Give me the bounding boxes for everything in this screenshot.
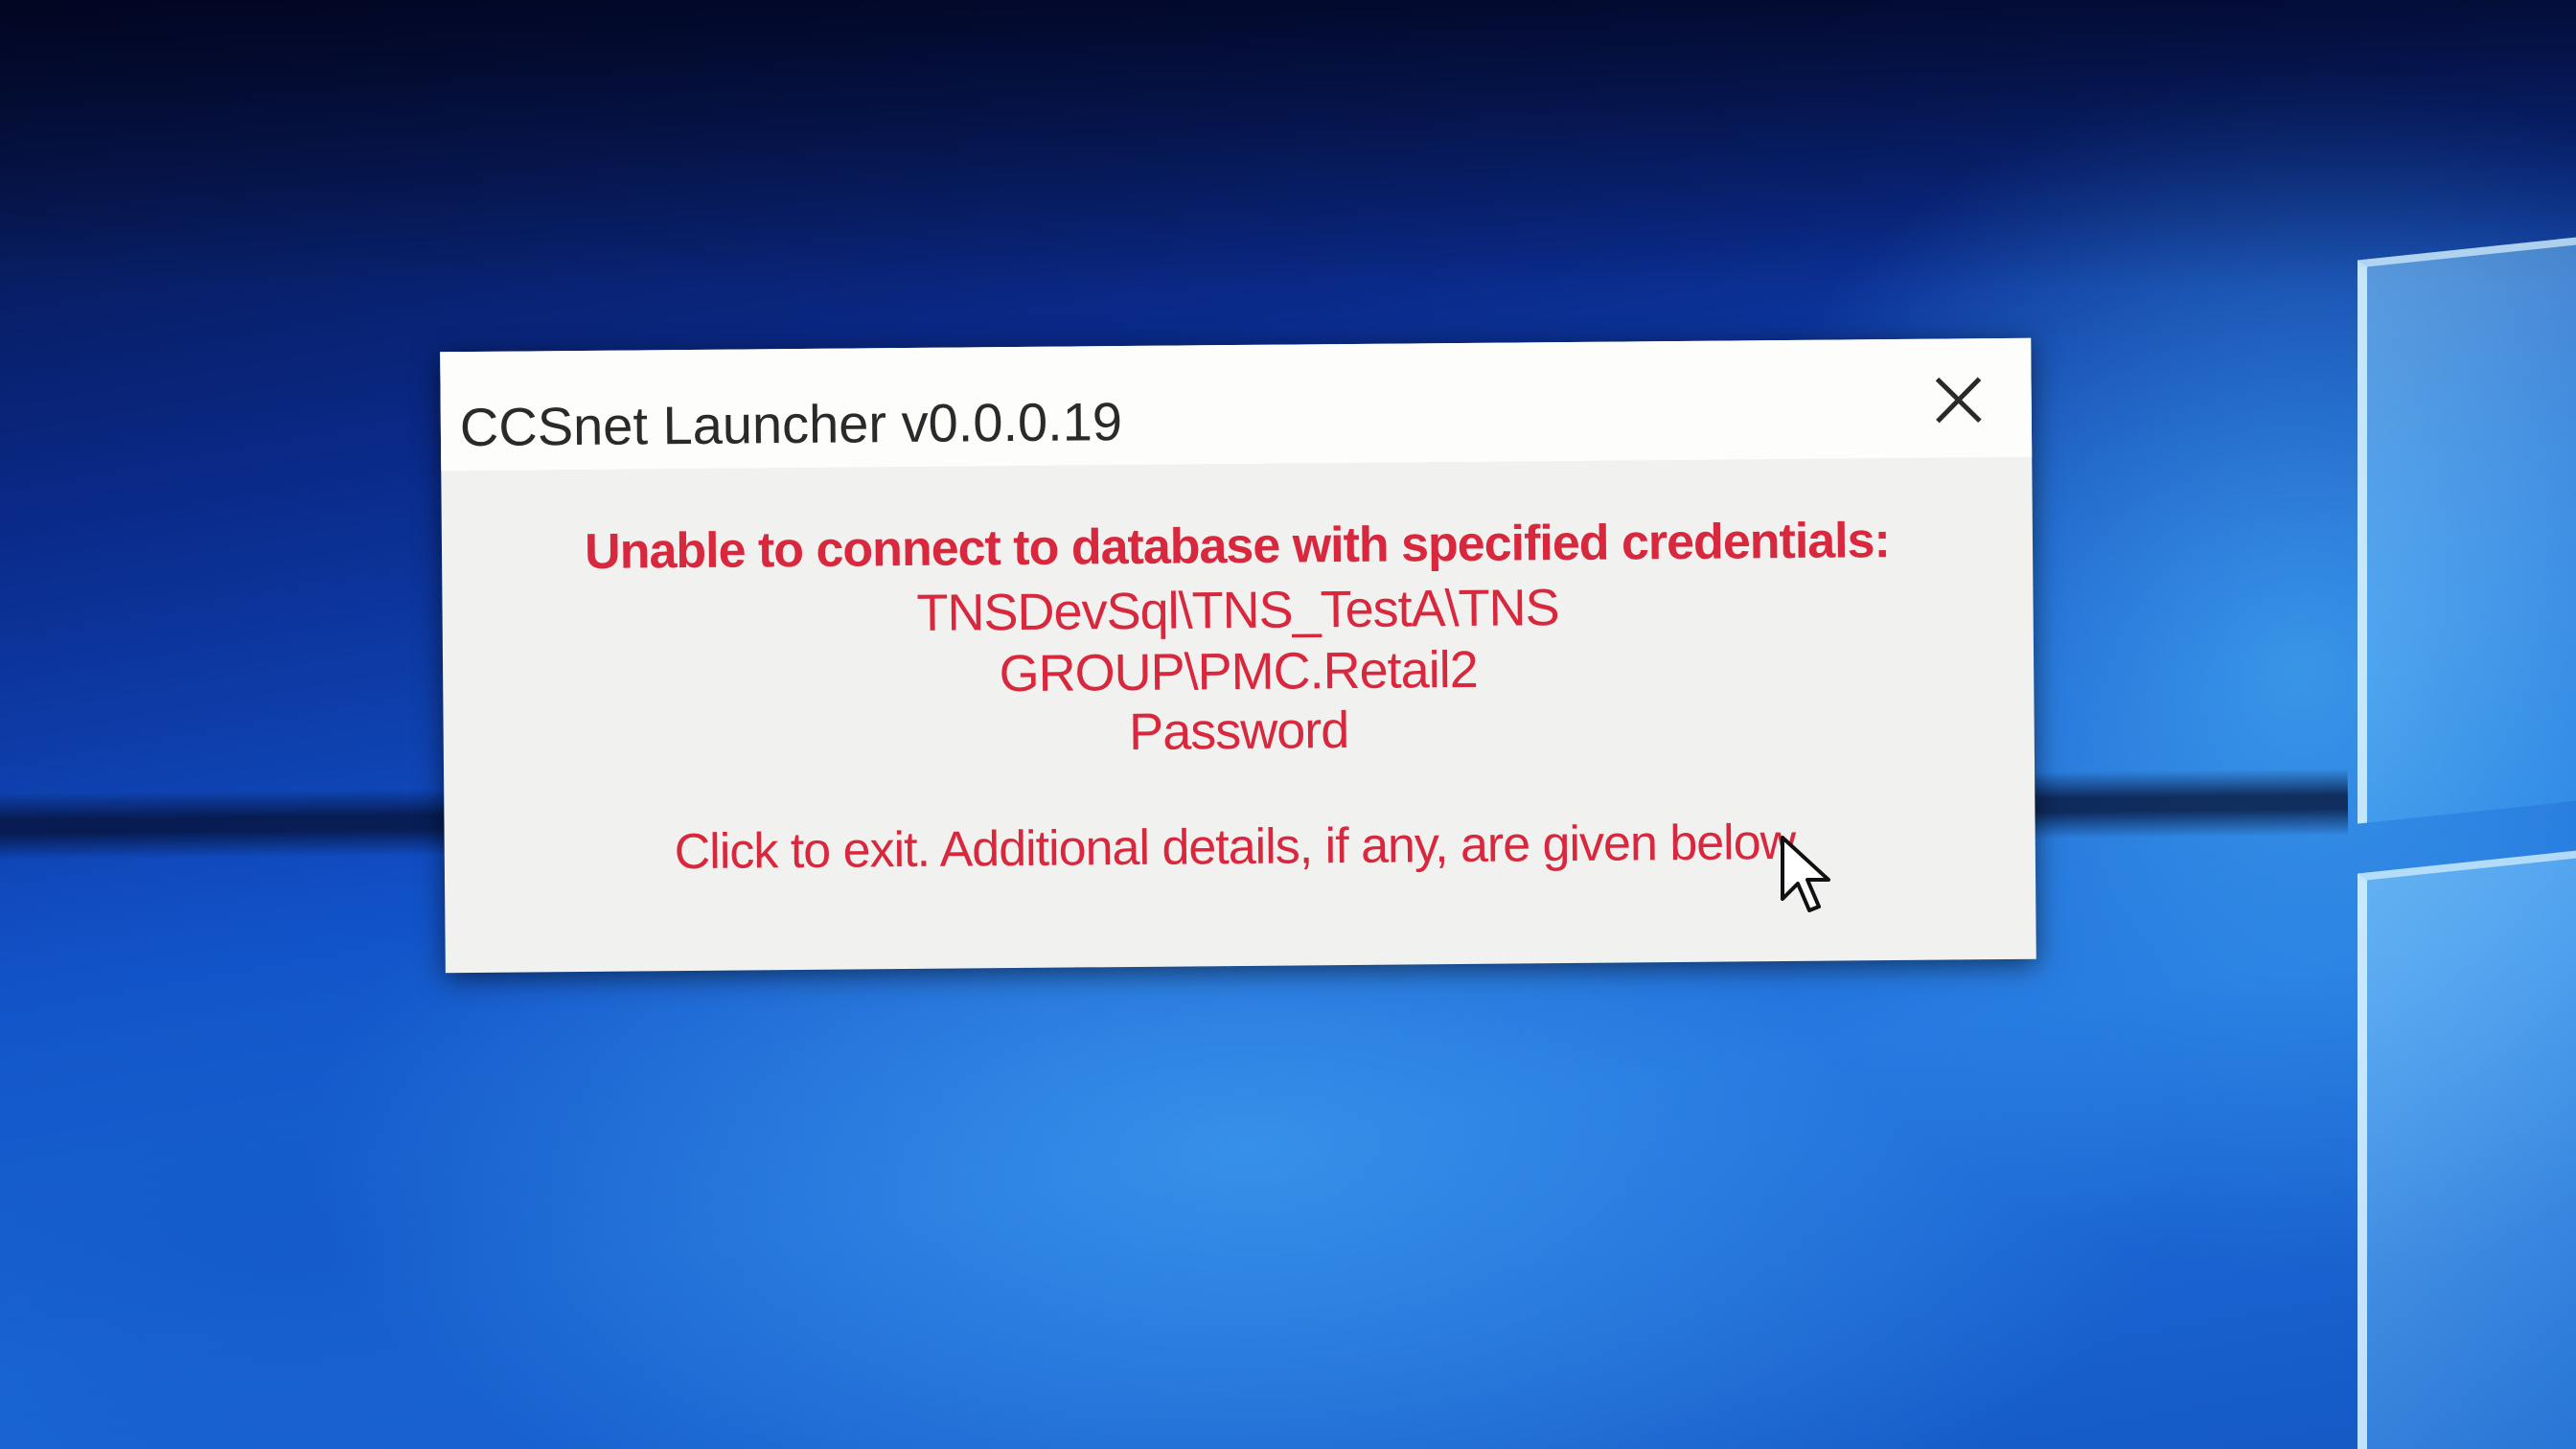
close-button[interactable] — [1912, 361, 2005, 439]
desktop-top-shadow — [0, 0, 2576, 288]
error-headline: Unable to connect to database with speci… — [584, 513, 1891, 580]
close-x-icon — [1935, 377, 1982, 424]
error-password-label: Password — [1128, 701, 1349, 761]
dialog-titlebar[interactable]: CCSnet Launcher v0.0.0.19 — [440, 337, 2033, 472]
windows-logo-pane-top — [2358, 233, 2576, 824]
error-server-path: TNSDevSql\TNS_TestA\TNS — [916, 579, 1559, 642]
arrow-cursor-icon — [1781, 836, 1830, 912]
dialog-title: CCSnet Launcher v0.0.0.19 — [459, 391, 1123, 458]
windows-logo-icon — [2338, 178, 2576, 1449]
windows-logo-pane-bottom — [2358, 846, 2576, 1449]
